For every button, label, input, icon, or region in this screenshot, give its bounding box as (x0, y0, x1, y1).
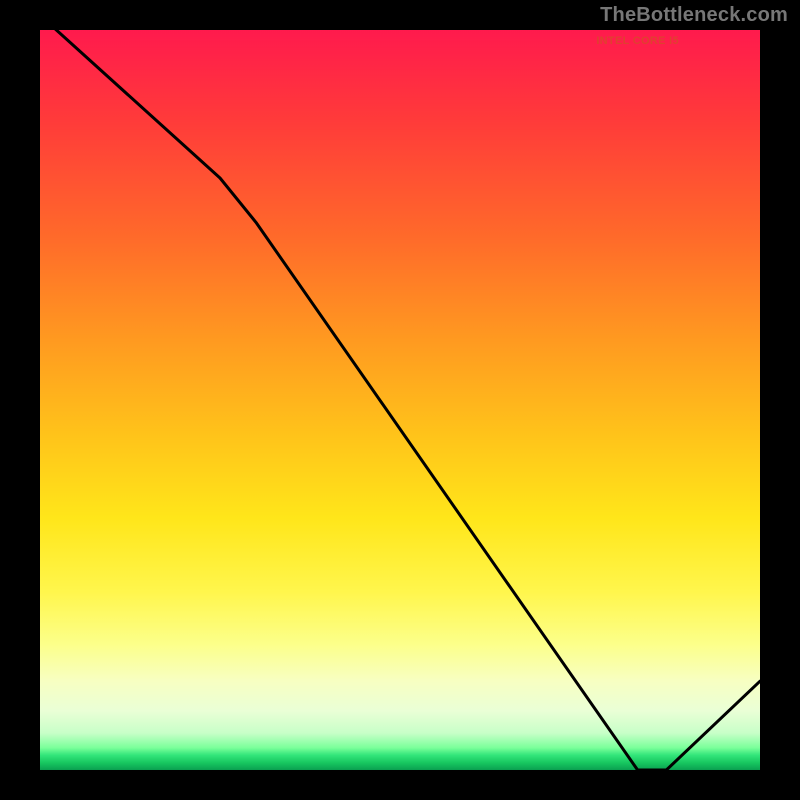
bottleneck-curve-path (40, 30, 760, 770)
series-marker-label: INTEL CORE I5 (596, 35, 679, 47)
plot-area: INTEL CORE I5 (40, 30, 760, 770)
line-chart-svg (40, 30, 760, 770)
chart-container: TheBottleneck.com INTEL CORE I5 (0, 0, 800, 800)
attribution-text: TheBottleneck.com (600, 4, 788, 27)
